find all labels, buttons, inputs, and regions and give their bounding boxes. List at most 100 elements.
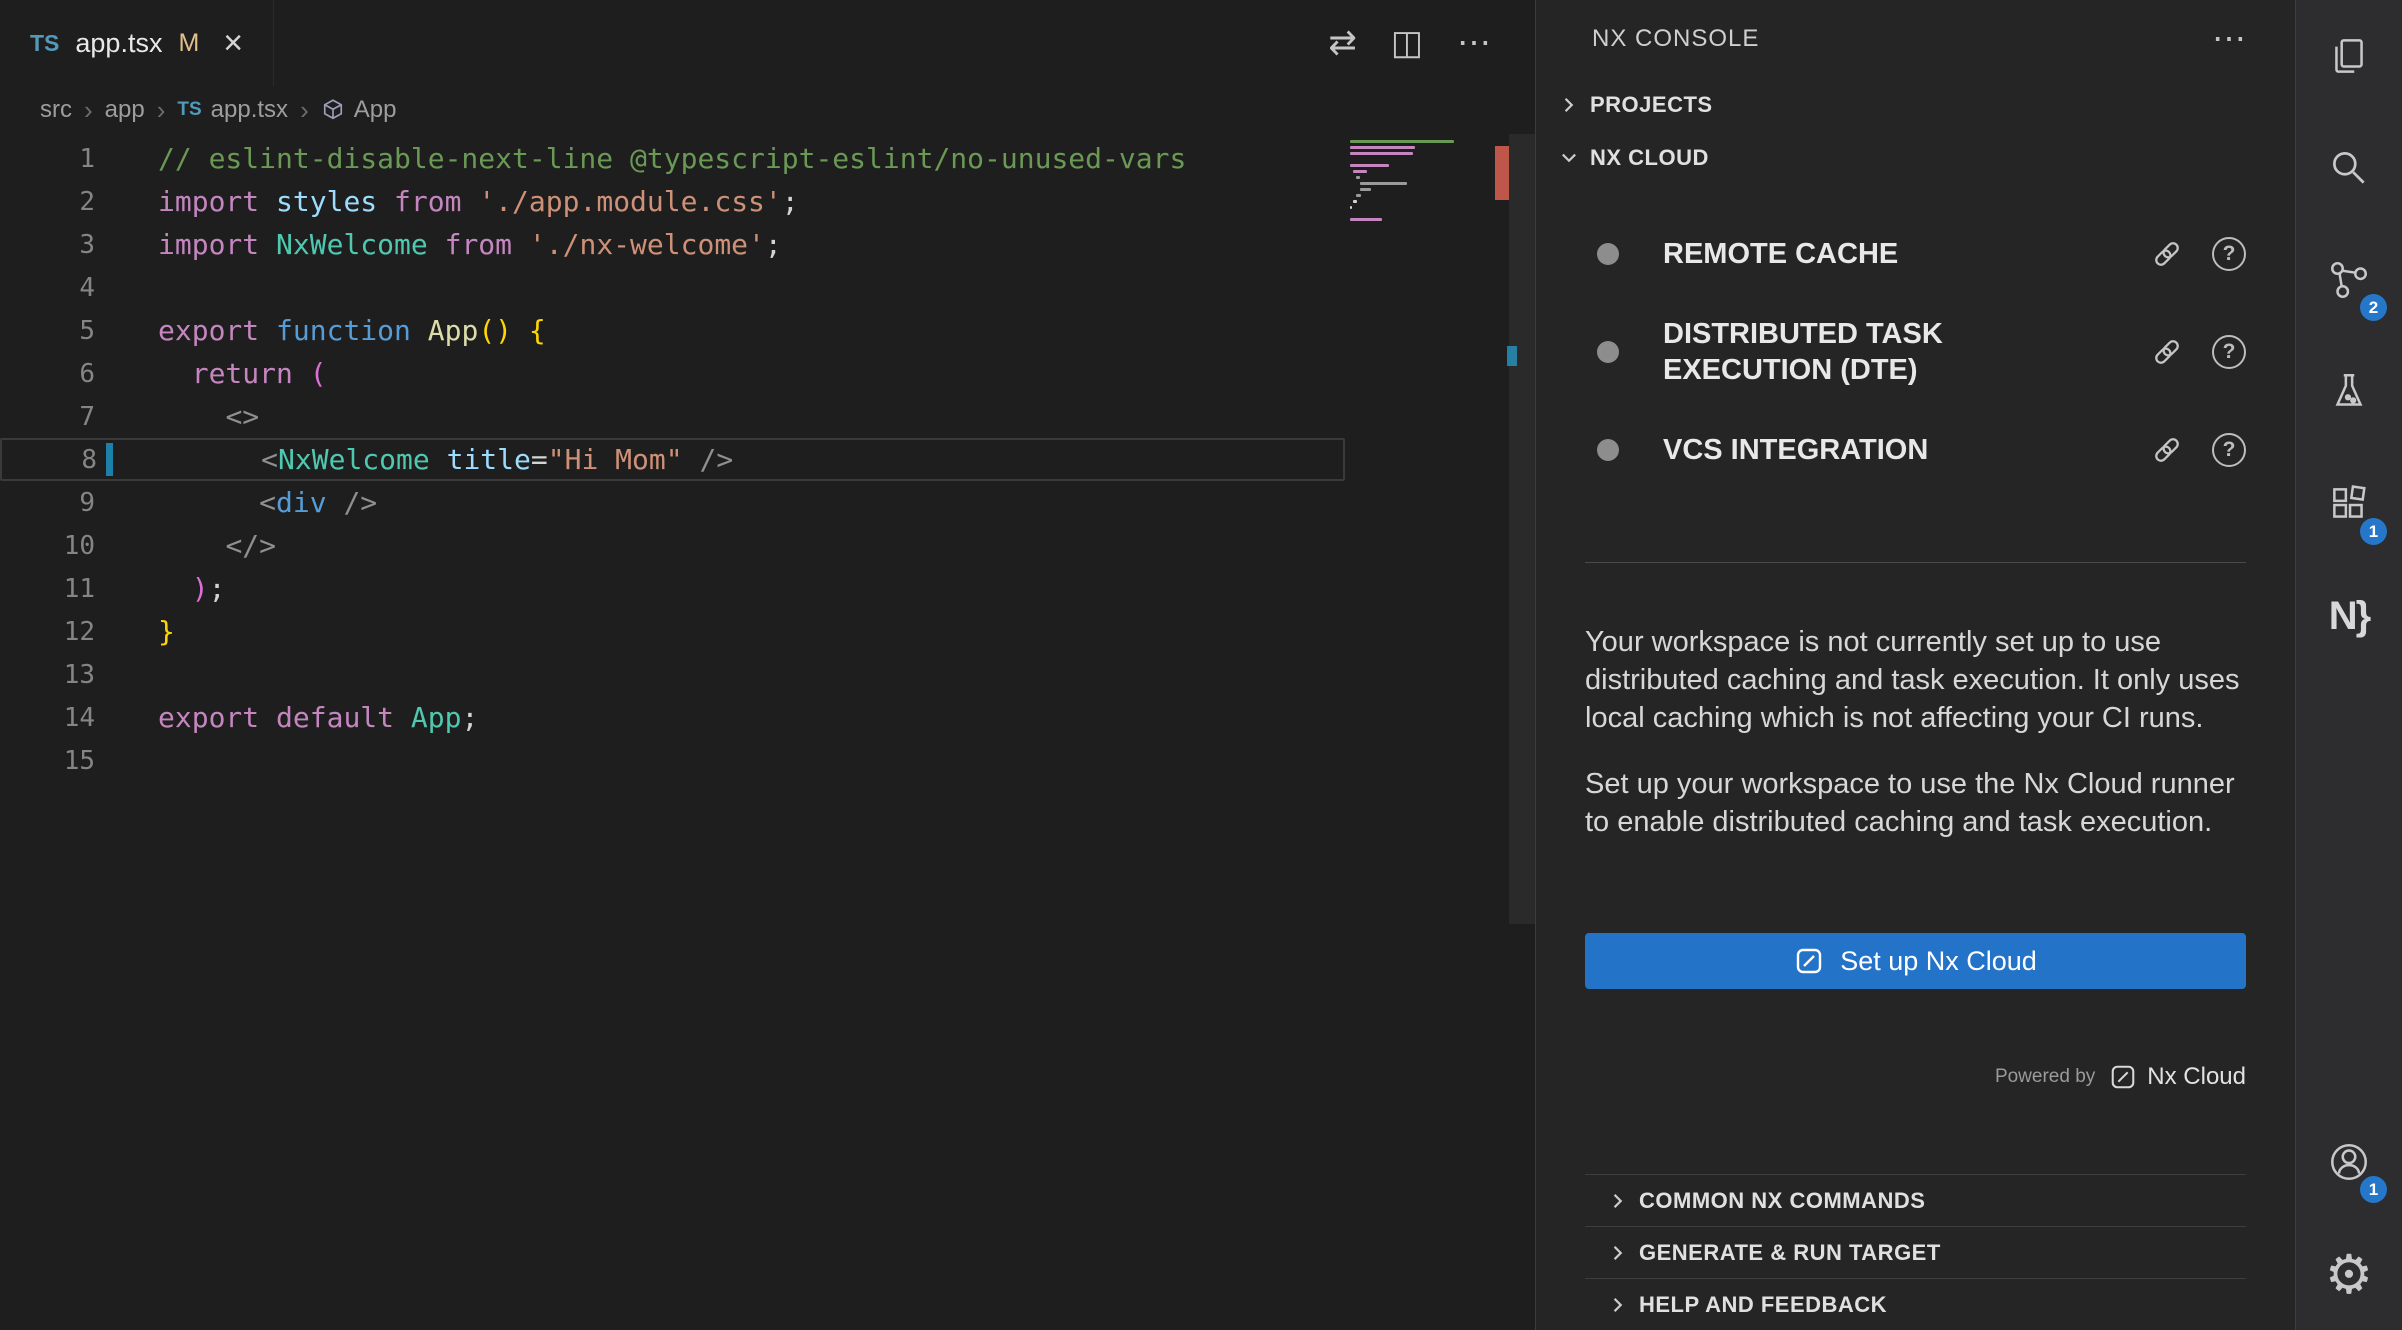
setup-nx-cloud-button[interactable]: Set up Nx Cloud bbox=[1585, 933, 2246, 989]
line-number[interactable]: 3 bbox=[0, 230, 95, 260]
line-number[interactable]: 12 bbox=[0, 617, 95, 647]
link-icon[interactable] bbox=[2150, 335, 2184, 369]
line-number[interactable]: 6 bbox=[0, 359, 95, 389]
code-line[interactable]: 7 <> bbox=[0, 395, 1345, 438]
setup-button-label: Set up Nx Cloud bbox=[1840, 946, 2037, 977]
open-changes-icon[interactable]: ⇄ bbox=[1328, 23, 1357, 63]
gear-glyph: ⚙ bbox=[2325, 1243, 2373, 1306]
code-text[interactable]: <NxWelcome title="Hi Mom" /> bbox=[160, 443, 733, 476]
explorer-icon[interactable] bbox=[2296, 0, 2402, 112]
line-number[interactable]: 9 bbox=[0, 488, 95, 518]
feature-remote-cache: REMOTE CACHE ? bbox=[1585, 232, 2246, 276]
code-line[interactable]: 3 import NxWelcome from './nx-welcome'; bbox=[0, 223, 1345, 266]
testing-icon[interactable] bbox=[2296, 336, 2402, 448]
line-number[interactable]: 15 bbox=[0, 746, 95, 776]
code-text[interactable]: </> bbox=[158, 529, 276, 562]
section-common-nx-commands[interactable]: COMMON NX COMMANDS bbox=[1585, 1174, 2246, 1226]
editor-pane: TS app.tsx M × ⇄ ◫ ⋯ src › app › TS app.… bbox=[0, 0, 1535, 1330]
code-line[interactable]: 15 bbox=[0, 739, 1345, 782]
line-number[interactable]: 14 bbox=[0, 703, 95, 733]
code-text[interactable]: export default App; bbox=[158, 701, 478, 734]
minimap-line bbox=[1350, 146, 1415, 149]
breadcrumb-file[interactable]: TS app.tsx bbox=[177, 96, 288, 124]
code-line[interactable]: 13 bbox=[0, 653, 1345, 696]
breadcrumb: src › app › TS app.tsx › App bbox=[0, 86, 1535, 134]
code-line[interactable]: 8 <NxWelcome title="Hi Mom" /> bbox=[0, 438, 1345, 481]
source-control-icon[interactable]: 2 bbox=[2296, 224, 2402, 336]
more-actions-icon[interactable]: ⋯ bbox=[1457, 23, 1491, 63]
minimap-line bbox=[1350, 218, 1382, 221]
status-dot-icon bbox=[1597, 243, 1619, 265]
link-icon[interactable] bbox=[2150, 433, 2184, 467]
code-text[interactable]: <div /> bbox=[158, 486, 377, 519]
line-number[interactable]: 11 bbox=[0, 574, 95, 604]
line-number[interactable]: 4 bbox=[0, 273, 95, 303]
chevron-right-icon bbox=[1607, 1242, 1629, 1264]
code-line[interactable]: 12} bbox=[0, 610, 1345, 653]
code-line[interactable]: 11 ); bbox=[0, 567, 1345, 610]
section-help-and-feedback[interactable]: HELP AND FEEDBACK bbox=[1585, 1278, 2246, 1330]
breadcrumb-src[interactable]: src bbox=[40, 96, 72, 124]
code-text[interactable]: export function App() { bbox=[158, 314, 546, 347]
chevron-right-icon bbox=[1558, 94, 1580, 116]
minimap-line bbox=[1356, 176, 1359, 179]
code-editor[interactable]: 1 // eslint-disable-next-line @typescript… bbox=[0, 134, 1535, 1330]
link-icon[interactable] bbox=[2150, 237, 2184, 271]
code-line[interactable]: 6 return ( bbox=[0, 352, 1345, 395]
line-number[interactable]: 8 bbox=[2, 445, 97, 475]
code-line[interactable]: 9 <div /> bbox=[0, 481, 1345, 524]
tab-app-tsx[interactable]: TS app.tsx M × bbox=[0, 0, 274, 86]
code-text[interactable]: import styles from './app.module.css'; bbox=[158, 185, 799, 218]
section-projects-label: PROJECTS bbox=[1590, 92, 1713, 118]
breadcrumb-symbol-app[interactable]: App bbox=[321, 96, 397, 124]
nx-cloud-brand-label: Nx Cloud bbox=[2147, 1063, 2246, 1091]
search-icon[interactable] bbox=[2296, 112, 2402, 224]
close-icon[interactable]: × bbox=[215, 26, 243, 60]
extensions-icon[interactable]: 1 bbox=[2296, 448, 2402, 560]
account-icon[interactable]: 1 bbox=[2296, 1106, 2402, 1218]
section-label: COMMON NX COMMANDS bbox=[1639, 1188, 1925, 1214]
code-text[interactable]: import NxWelcome from './nx-welcome'; bbox=[158, 228, 782, 261]
code-text[interactable]: <> bbox=[158, 400, 259, 433]
nx-cloud-brand[interactable]: Nx Cloud bbox=[2109, 1063, 2246, 1091]
nx-cloud-icon bbox=[2109, 1063, 2137, 1091]
line-number[interactable]: 1 bbox=[0, 144, 95, 174]
help-icon[interactable]: ? bbox=[2212, 335, 2246, 369]
panel-more-actions-icon[interactable]: ⋯ bbox=[2212, 19, 2247, 59]
account-badge: 1 bbox=[2360, 1176, 2387, 1203]
settings-gear-icon[interactable]: ⚙ bbox=[2296, 1218, 2402, 1330]
help-icon[interactable]: ? bbox=[2212, 237, 2246, 271]
minimap-decoration bbox=[1495, 146, 1509, 200]
section-nx-cloud[interactable]: NX CLOUD bbox=[1536, 131, 2295, 184]
line-number[interactable]: 2 bbox=[0, 187, 95, 217]
code-line[interactable]: 5 export function App() { bbox=[0, 309, 1345, 352]
chevron-right-icon bbox=[1607, 1190, 1629, 1212]
line-number[interactable]: 13 bbox=[0, 660, 95, 690]
split-editor-icon[interactable]: ◫ bbox=[1391, 23, 1423, 63]
editor-actions: ⇄ ◫ ⋯ bbox=[1328, 23, 1535, 63]
breadcrumb-file-label: app.tsx bbox=[211, 96, 288, 124]
line-number[interactable]: 5 bbox=[0, 316, 95, 346]
source-control-badge: 2 bbox=[2360, 294, 2387, 321]
code-line[interactable]: 10 </> bbox=[0, 524, 1345, 567]
code-line[interactable]: 4 bbox=[0, 266, 1345, 309]
code-line[interactable]: 14 export default App; bbox=[0, 696, 1345, 739]
nx-console-icon[interactable]: N} bbox=[2296, 560, 2402, 672]
line-number[interactable]: 10 bbox=[0, 531, 95, 561]
code-text[interactable]: return ( bbox=[158, 357, 327, 390]
nx-console-panel: NX CONSOLE ⋯ PROJECTS NX CLOUD REMOTE CA… bbox=[1535, 0, 2295, 1330]
breadcrumb-app-folder[interactable]: app bbox=[105, 96, 145, 124]
nx-logo-text: N} bbox=[2329, 594, 2369, 639]
editor-scrollbar[interactable] bbox=[1509, 134, 1535, 924]
code-line[interactable]: 1 // eslint-disable-next-line @typescript… bbox=[0, 137, 1345, 180]
minimap[interactable] bbox=[1350, 140, 1505, 230]
code-line[interactable]: 2 import styles from './app.module.css'; bbox=[0, 180, 1345, 223]
section-projects[interactable]: PROJECTS bbox=[1536, 78, 2295, 131]
code-text[interactable]: } bbox=[158, 615, 175, 648]
code-text[interactable]: // eslint-disable-next-line @typescript-… bbox=[158, 142, 1186, 175]
code-text[interactable]: ); bbox=[158, 572, 225, 605]
powered-by-row: Powered by Nx Cloud bbox=[1585, 1063, 2246, 1091]
help-icon[interactable]: ? bbox=[2212, 433, 2246, 467]
line-number[interactable]: 7 bbox=[0, 402, 95, 432]
section-generate-run-target[interactable]: GENERATE & RUN TARGET bbox=[1585, 1226, 2246, 1278]
